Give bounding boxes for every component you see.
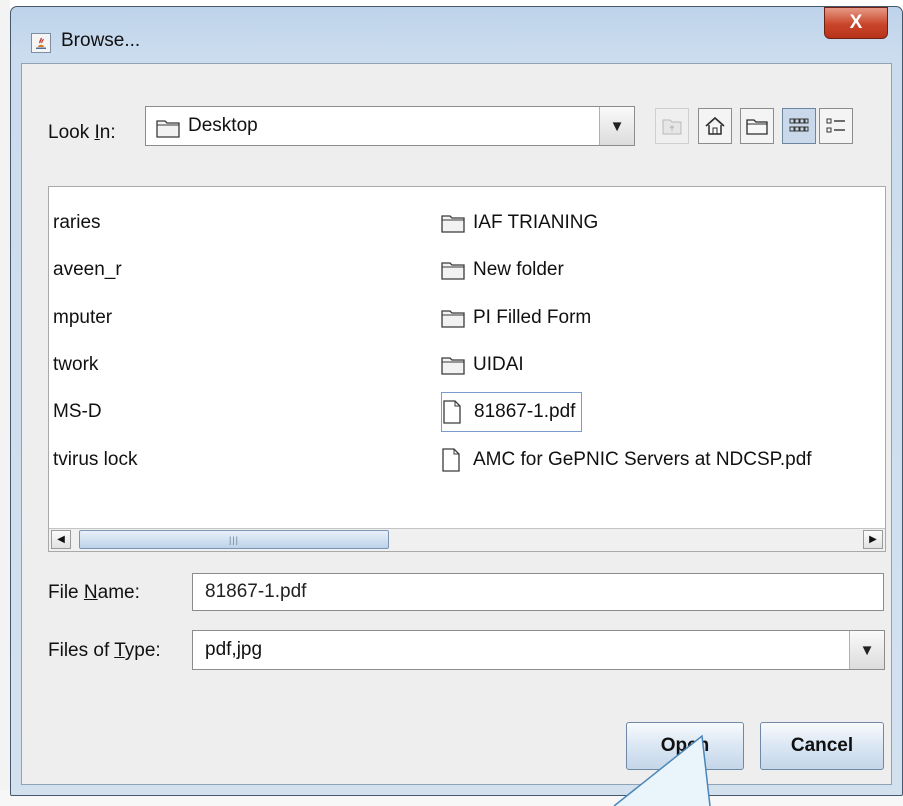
folder-icon	[441, 307, 465, 329]
look-in-value: Desktop	[188, 115, 258, 136]
file-name-input[interactable]	[192, 573, 884, 611]
list-item[interactable]: tvirus lock	[53, 440, 137, 480]
java-app-icon	[31, 33, 51, 53]
window-title: Browse...	[61, 30, 141, 51]
scrollbar-thumb[interactable]: |||	[79, 530, 389, 549]
horizontal-scrollbar[interactable]: ◀ ||| ▶	[49, 528, 885, 551]
list-view-icon[interactable]	[782, 108, 816, 144]
chevron-down-icon[interactable]: ▼	[849, 631, 884, 669]
details-view-icon[interactable]	[819, 108, 853, 144]
title-bar[interactable]: Browse... X	[11, 7, 902, 63]
folder-icon	[441, 212, 465, 234]
list-item[interactable]: AMC for GePNIC Servers at NDCSP.pdf	[441, 440, 812, 480]
folder-icon	[156, 118, 180, 143]
list-item[interactable]: aveen_r	[53, 250, 122, 290]
scroll-right-icon[interactable]: ▶	[863, 530, 883, 549]
list-item[interactable]: New folder	[441, 250, 564, 290]
callout-arrow-icon	[613, 734, 711, 806]
look-in-label: Look In:	[48, 122, 116, 143]
file-list[interactable]: raries aveen_r mputer twork MS-D tvirus …	[48, 186, 886, 552]
new-folder-icon[interactable]	[740, 108, 774, 144]
file-icon	[441, 448, 465, 472]
file-name-label: File Name:	[48, 582, 140, 603]
up-folder-icon[interactable]	[655, 108, 689, 144]
look-in-combo[interactable]: Desktop ▼	[145, 106, 635, 146]
list-item[interactable]: PI Filled Form	[441, 298, 591, 338]
chevron-down-icon[interactable]: ▼	[599, 107, 634, 145]
file-icon	[442, 400, 466, 424]
file-type-label: Files of Type:	[48, 640, 161, 661]
close-button[interactable]: X	[824, 7, 888, 39]
file-type-combo[interactable]: pdf,jpg ▼	[192, 630, 885, 670]
dialog-content: Look In: Desktop ▼ raries aveen_r mputer…	[21, 63, 892, 785]
list-item[interactable]: twork	[53, 345, 98, 385]
list-item-selected[interactable]: 81867-1.pdf	[441, 392, 583, 432]
list-item[interactable]: UIDAI	[441, 345, 524, 385]
folder-icon	[441, 354, 465, 376]
file-type-value: pdf,jpg	[205, 639, 263, 660]
list-item[interactable]: IAF TRIANING	[441, 203, 598, 243]
list-item[interactable]: raries	[53, 203, 101, 243]
list-item[interactable]: MS-D	[53, 392, 102, 432]
cancel-button[interactable]: Cancel	[760, 722, 884, 770]
list-item[interactable]: mputer	[53, 298, 112, 338]
folder-icon	[441, 259, 465, 281]
browse-dialog: Browse... X Look In: Desktop ▼ raries av…	[10, 6, 903, 796]
scroll-left-icon[interactable]: ◀	[51, 530, 71, 549]
home-icon[interactable]	[698, 108, 732, 144]
desktop-background	[0, 0, 10, 806]
